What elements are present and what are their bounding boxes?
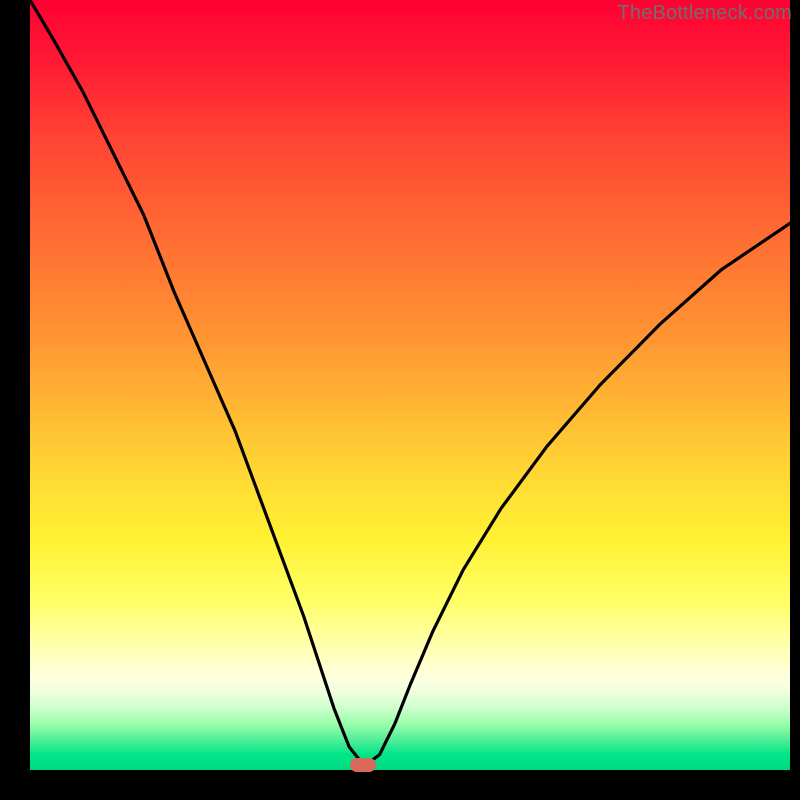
chart-frame: TheBottleneck.com <box>0 0 800 800</box>
minimum-marker <box>350 758 376 772</box>
watermark-text: TheBottleneck.com <box>617 2 792 25</box>
curve-svg <box>30 0 790 770</box>
bottleneck-curve <box>30 0 790 766</box>
plot-area <box>30 0 790 770</box>
